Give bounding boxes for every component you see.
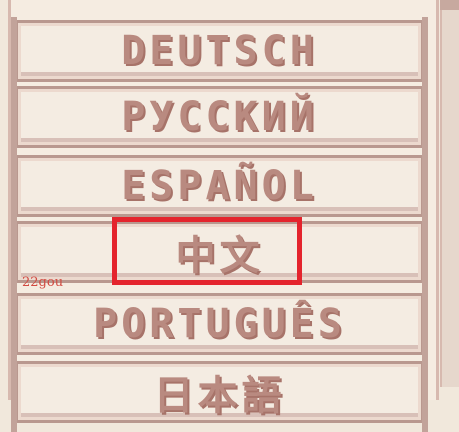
language-label-japanese: 日本語	[153, 373, 286, 419]
scrollbar-thumb[interactable]	[440, 0, 459, 10]
language-label-russian: РУССКИЙ	[121, 94, 318, 140]
selected-language-highlight	[112, 217, 302, 285]
language-button-portuguese[interactable]: PORTUGUÊS	[11, 290, 428, 364]
language-label-spanish: ESPAÑOL	[121, 163, 318, 209]
language-button-deutsch[interactable]: DEUTSCH	[11, 17, 428, 91]
language-label-deutsch: DEUTSCH	[121, 28, 318, 74]
language-button-russian[interactable]: РУССКИЙ	[11, 83, 428, 157]
scrollbar-track[interactable]	[440, 0, 459, 387]
language-label-portuguese: PORTUGUÊS	[93, 301, 346, 347]
language-button-japanese[interactable]: 日本語	[11, 358, 428, 432]
language-list: DEUTSCH РУССКИЙ ESPAÑOL 中文 PORTUGUÊS 日本語	[8, 0, 433, 432]
watermark-text: 22gou	[22, 275, 64, 290]
language-button-spanish[interactable]: ESPAÑOL	[11, 152, 428, 226]
